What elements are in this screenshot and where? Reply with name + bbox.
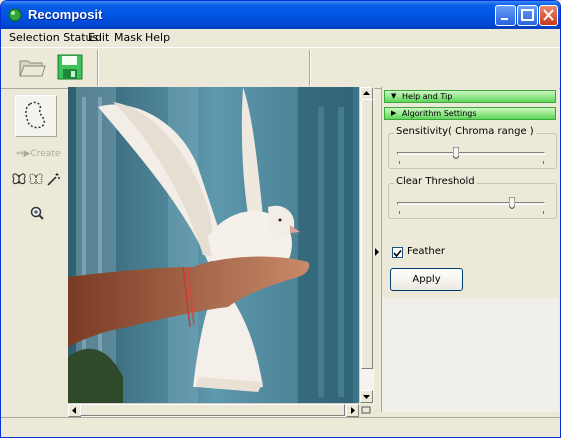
- menu-bar: Selection Status Edit Mask Help: [1, 29, 560, 47]
- slider-tick: [543, 211, 544, 214]
- app-window: Recomposit Selection Status Edit Mask He…: [0, 0, 561, 438]
- feather-label: Feather: [407, 246, 446, 257]
- minimize-button[interactable]: [495, 5, 516, 26]
- title-bar[interactable]: Recomposit: [1, 1, 560, 29]
- toolbar-separator: [97, 50, 99, 86]
- clear-threshold-track[interactable]: [397, 202, 545, 205]
- horizontal-scroll-thumb[interactable]: [80, 404, 345, 416]
- magic-wand-icon[interactable]: [45, 171, 61, 187]
- algorithm-settings-section[interactable]: ▶ Algorithm Settings: [384, 107, 556, 120]
- section-label: Help and Tip: [402, 92, 453, 101]
- slider-tick: [399, 161, 400, 164]
- clear-threshold-label: Clear Threshold: [394, 176, 477, 187]
- toolbar-separator: [309, 50, 311, 86]
- image-canvas[interactable]: [68, 87, 359, 403]
- apply-button[interactable]: Apply: [390, 268, 463, 291]
- feather-checkbox[interactable]: [392, 247, 403, 258]
- scroll-down-arrow-icon[interactable]: [360, 390, 373, 403]
- menu-help[interactable]: Help: [145, 31, 170, 44]
- create-label: Create: [30, 149, 61, 159]
- butterfly-outline-icon[interactable]: [28, 171, 44, 187]
- help-and-tip-section[interactable]: ▼ Help and Tip: [384, 90, 556, 103]
- open-folder-icon[interactable]: [17, 52, 47, 82]
- status-bar: [1, 417, 560, 437]
- settings-panel: ▼ Help and Tip ▶ Algorithm Settings Sens…: [381, 87, 559, 412]
- sensitivity-track[interactable]: [397, 152, 545, 155]
- lasso-tool-button[interactable]: [15, 95, 57, 137]
- sensitivity-group: Sensitivity( Chroma range ): [388, 126, 557, 169]
- slider-tick: [399, 211, 400, 214]
- maximize-button[interactable]: [517, 5, 538, 26]
- menu-mask[interactable]: Mask: [114, 31, 142, 44]
- vertical-scroll-thumb[interactable]: [361, 99, 373, 369]
- vertical-scrollbar[interactable]: [359, 87, 374, 403]
- app-logo-icon: [8, 8, 22, 22]
- menu-selection-status[interactable]: Selection Status: [9, 31, 98, 44]
- clear-threshold-group: Clear Threshold: [388, 176, 557, 219]
- section-label: Algorithm Settings: [402, 109, 477, 118]
- create-button[interactable]: ⇔▶Create: [16, 149, 60, 159]
- scroll-right-arrow-icon[interactable]: [346, 404, 359, 417]
- toolbar: [1, 47, 560, 89]
- dove-photo: [68, 87, 359, 403]
- checkmark-icon: [393, 249, 402, 258]
- window-title: Recomposit: [28, 7, 103, 22]
- collapsed-arrow-icon: ▶: [391, 109, 397, 117]
- clear-threshold-slider-thumb[interactable]: [509, 197, 516, 209]
- slider-tick: [543, 161, 544, 164]
- sensitivity-slider-thumb[interactable]: [453, 147, 460, 159]
- create-icon: ⇔▶: [16, 149, 31, 159]
- butterfly-icon[interactable]: [11, 171, 27, 187]
- zoom-icon[interactable]: [29, 205, 45, 221]
- save-disk-icon[interactable]: [55, 52, 85, 82]
- lasso-selection-icon: [25, 101, 46, 129]
- sensitivity-label: Sensitivity( Chroma range ): [394, 126, 536, 137]
- settings-panel-blank-area: [381, 298, 559, 412]
- tools-panel: ⇔▶Create: [7, 89, 65, 411]
- small-tools-row: [11, 171, 61, 187]
- close-button[interactable]: [539, 5, 558, 26]
- horizontal-scrollbar[interactable]: [68, 403, 359, 417]
- expanded-arrow-icon: ▼: [391, 92, 397, 100]
- menu-edit[interactable]: Edit: [88, 31, 109, 44]
- panel-collapse-arrow-icon[interactable]: [374, 247, 380, 257]
- settings-panel-top: ▼ Help and Tip ▶ Algorithm Settings Sens…: [381, 87, 559, 298]
- scroll-corner: [359, 403, 373, 417]
